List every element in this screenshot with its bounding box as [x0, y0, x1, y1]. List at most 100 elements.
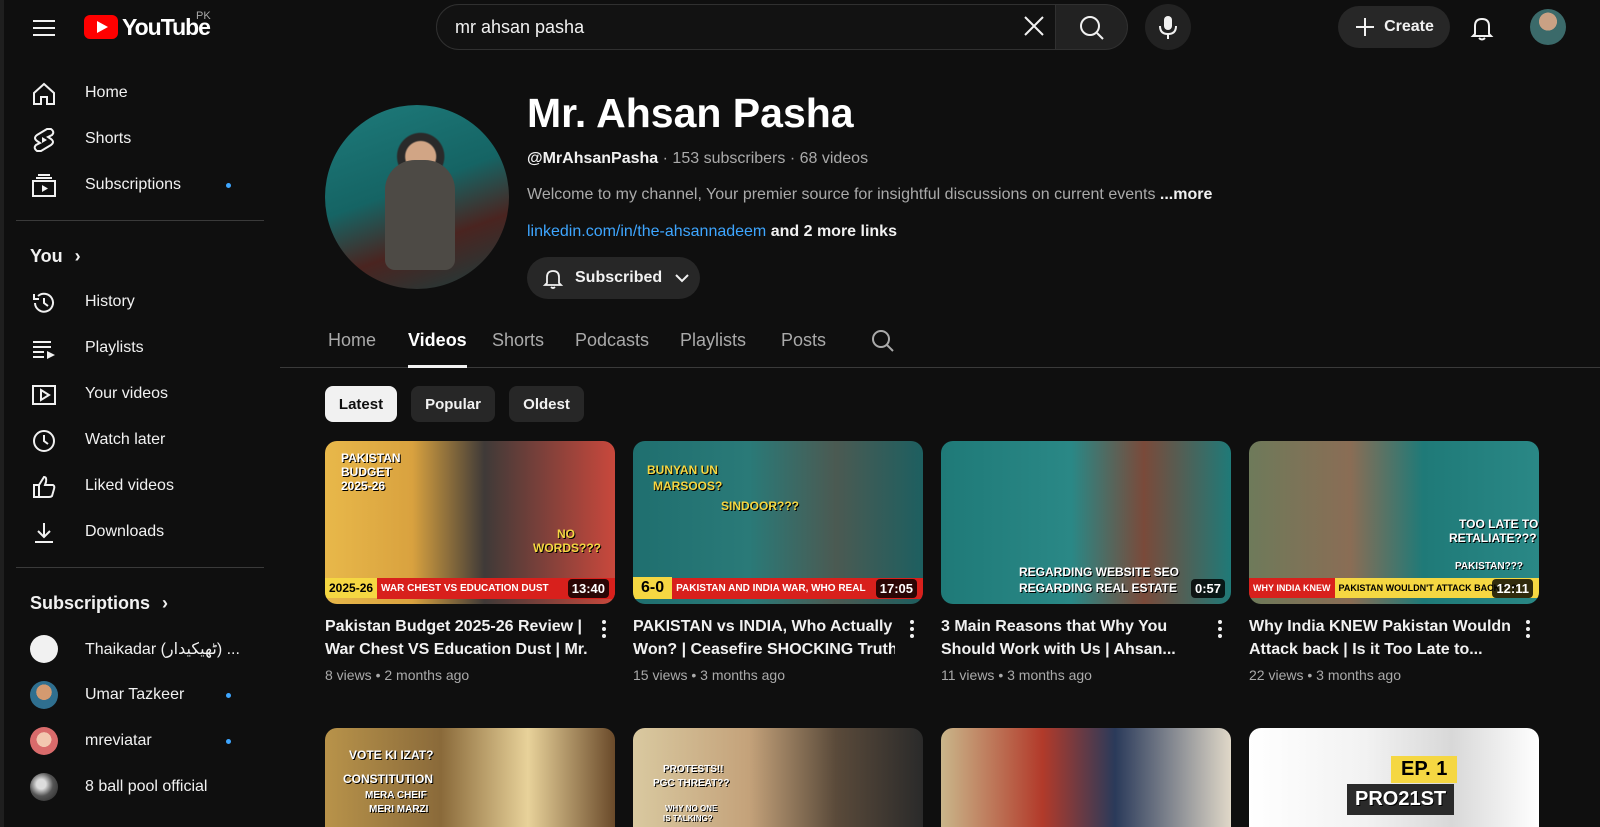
sidebar-subscription-item[interactable]: mreviatar [4, 718, 266, 764]
thumbnail-text: REGARDING WEBSITE SEO [1019, 565, 1180, 579]
thumbnail-text: WHY INDIA KNEW [1249, 578, 1335, 598]
chip-popular[interactable]: Popular [411, 386, 495, 422]
channel-links: linkedin.com/in/the-ahsannadeem and 2 mo… [527, 223, 897, 241]
sidebar-item-history[interactable]: History [4, 279, 266, 325]
subscribed-label: Subscribed [575, 269, 663, 286]
search-box [436, 4, 1056, 50]
liked-icon [33, 475, 56, 498]
sidebar-item-shorts[interactable]: Shorts [4, 116, 266, 162]
thumbnail-text: MERA CHEIF [365, 790, 427, 801]
video-card[interactable]: PROTESTS!! PGC THREAT?? WHY NO ONE IS TA… [633, 728, 923, 827]
video-card[interactable]: BUNYAN UN MARSOOS? SINDOOR??? 6-0 PAKIST… [633, 441, 923, 683]
video-card[interactable]: VOTE KI IZAT? CONSTITUTION MERA CHEIF ME… [325, 728, 615, 827]
video-thumbnail[interactable] [941, 728, 1231, 827]
more-options-icon[interactable] [1519, 617, 1537, 641]
close-icon[interactable] [1020, 12, 1048, 40]
video-card[interactable] [941, 728, 1231, 827]
video-duration: 13:40 [567, 579, 609, 598]
notifications-bell-icon[interactable] [1466, 12, 1498, 44]
subscribed-button[interactable]: Subscribed [527, 257, 700, 299]
chip-oldest[interactable]: Oldest [509, 386, 584, 422]
sidebar-subscription-item[interactable]: Thaikadar (ٹھیکیدار) ... [4, 626, 266, 672]
tab-playlists[interactable]: Playlists [680, 330, 746, 368]
search-button[interactable] [1056, 4, 1128, 50]
video-card[interactable]: TOO LATE TO RETALIATE??? PAKISTAN??? WHY… [1249, 441, 1539, 683]
search-icon [1080, 16, 1104, 40]
voice-search-button[interactable] [1145, 4, 1191, 50]
thumbnail-text: BUDGET [341, 465, 392, 479]
thumbnail-text: SINDOOR??? [721, 499, 799, 513]
sidebar-item-downloads[interactable]: Downloads [4, 509, 266, 555]
youtube-logo[interactable]: YouTube [84, 12, 211, 42]
video-thumbnail[interactable]: PROTESTS!! PGC THREAT?? WHY NO ONE IS TA… [633, 728, 923, 827]
thumbnail-text: 2025-26 [341, 479, 386, 493]
sidebar-you-heading[interactable]: You › [4, 233, 266, 279]
sidebar-subscription-item[interactable]: 8 ball pool official [4, 764, 266, 810]
thumbnail-text: 2025-26 [325, 578, 378, 598]
video-title-line: Won? | Ceasefire SHOCKING Truth [633, 641, 895, 658]
video-title[interactable]: 3 Main Reasons that Why You Should Work … [941, 615, 1203, 661]
create-button[interactable]: Create [1338, 6, 1450, 48]
account-avatar[interactable] [1530, 9, 1566, 45]
shorts-icon [33, 128, 55, 152]
sidebar-item-label: Subscriptions [85, 176, 182, 193]
sidebar-item-watch-later[interactable]: Watch later [4, 417, 266, 463]
video-meta: 15 views • 3 months ago [633, 667, 785, 683]
thumbnail-text: PRO21ST [1347, 784, 1455, 815]
more-links[interactable]: and 2 more links [766, 223, 897, 240]
video-title-line: PAKISTAN vs INDIA, Who Actually [633, 618, 893, 635]
more-options-icon[interactable] [903, 617, 921, 641]
sidebar-subscription-item[interactable]: Umar Tazkeer [4, 672, 266, 718]
subscriptions-icon [32, 174, 56, 197]
channel-description[interactable]: Welcome to my channel, Your premier sour… [527, 186, 1227, 204]
video-meta: 22 views • 3 months ago [1249, 667, 1401, 683]
video-thumbnail[interactable]: VOTE KI IZAT? CONSTITUTION MERA CHEIF ME… [325, 728, 615, 827]
video-thumbnail[interactable]: BUNYAN UN MARSOOS? SINDOOR??? 6-0 PAKIST… [633, 441, 923, 604]
tab-home[interactable]: Home [328, 330, 376, 368]
more-options-icon[interactable] [1211, 617, 1229, 641]
sidebar-item-label: Your videos [85, 385, 169, 402]
more-link[interactable]: ...more [1160, 186, 1212, 203]
tab-podcasts[interactable]: Podcasts [575, 330, 649, 368]
bell-icon [542, 270, 564, 289]
tab-videos[interactable]: Videos [408, 330, 467, 368]
sidebar-item-label: History [85, 293, 135, 310]
sidebar-item-playlists[interactable]: Playlists [4, 325, 266, 371]
video-title[interactable]: Why India KNEW Pakistan Wouldn't Attack … [1249, 615, 1511, 661]
new-content-dot [226, 739, 231, 744]
channel-name: Thaikadar (ٹھیکیدار) ... [85, 641, 240, 658]
sidebar-divider [16, 220, 264, 221]
youtube-play-icon [84, 15, 118, 39]
video-card[interactable]: PAKISTAN BUDGET 2025-26 NO WORDS??? 2025… [325, 441, 615, 683]
video-thumbnail[interactable]: TOO LATE TO RETALIATE??? PAKISTAN??? WHY… [1249, 441, 1539, 604]
sidebar-item-your-videos[interactable]: Your videos [4, 371, 266, 417]
video-title[interactable]: PAKISTAN vs INDIA, Who Actually Won? | C… [633, 615, 895, 661]
video-thumbnail[interactable]: EP. 1 PRO21ST [1249, 728, 1539, 827]
video-card[interactable]: EP. 1 PRO21ST [1249, 728, 1539, 827]
linkedin-link[interactable]: linkedin.com/in/the-ahsannadeem [527, 223, 766, 240]
channel-avatar-large[interactable] [325, 105, 509, 289]
thumbnail-text: WHY NO ONE [665, 804, 718, 813]
video-duration: 0:57 [1190, 579, 1225, 598]
search-input[interactable] [455, 5, 975, 49]
sidebar-item-subscriptions[interactable]: Subscriptions [4, 162, 266, 208]
video-thumbnail[interactable]: PAKISTAN BUDGET 2025-26 NO WORDS??? 2025… [325, 441, 615, 604]
tab-shorts[interactable]: Shorts [492, 330, 544, 368]
sidebar-subscriptions-heading[interactable]: Subscriptions › [4, 580, 266, 626]
tab-posts[interactable]: Posts [781, 330, 826, 368]
sidebar-item-home[interactable]: Home [4, 70, 266, 116]
thumbnail-text: VOTE KI IZAT? [349, 748, 434, 762]
thumbnail-text: PAKISTAN??? [1455, 561, 1523, 572]
video-title[interactable]: Pakistan Budget 2025-26 Review | War Che… [325, 615, 587, 661]
chip-latest[interactable]: Latest [325, 386, 397, 422]
search-icon[interactable] [870, 328, 896, 354]
video-thumbnail[interactable]: REGARDING WEBSITE SEO REGARDING REAL EST… [941, 441, 1231, 604]
sidebar-item-liked-videos[interactable]: Liked videos [4, 463, 266, 509]
new-content-dot [226, 693, 231, 698]
more-options-icon[interactable] [595, 617, 613, 641]
video-title-line: 3 Main Reasons that Why You [941, 618, 1168, 635]
video-card[interactable]: REGARDING WEBSITE SEO REGARDING REAL EST… [941, 441, 1231, 683]
sidebar-divider [16, 567, 264, 568]
menu-icon[interactable] [28, 14, 60, 42]
video-meta: 11 views • 3 months ago [941, 667, 1092, 683]
